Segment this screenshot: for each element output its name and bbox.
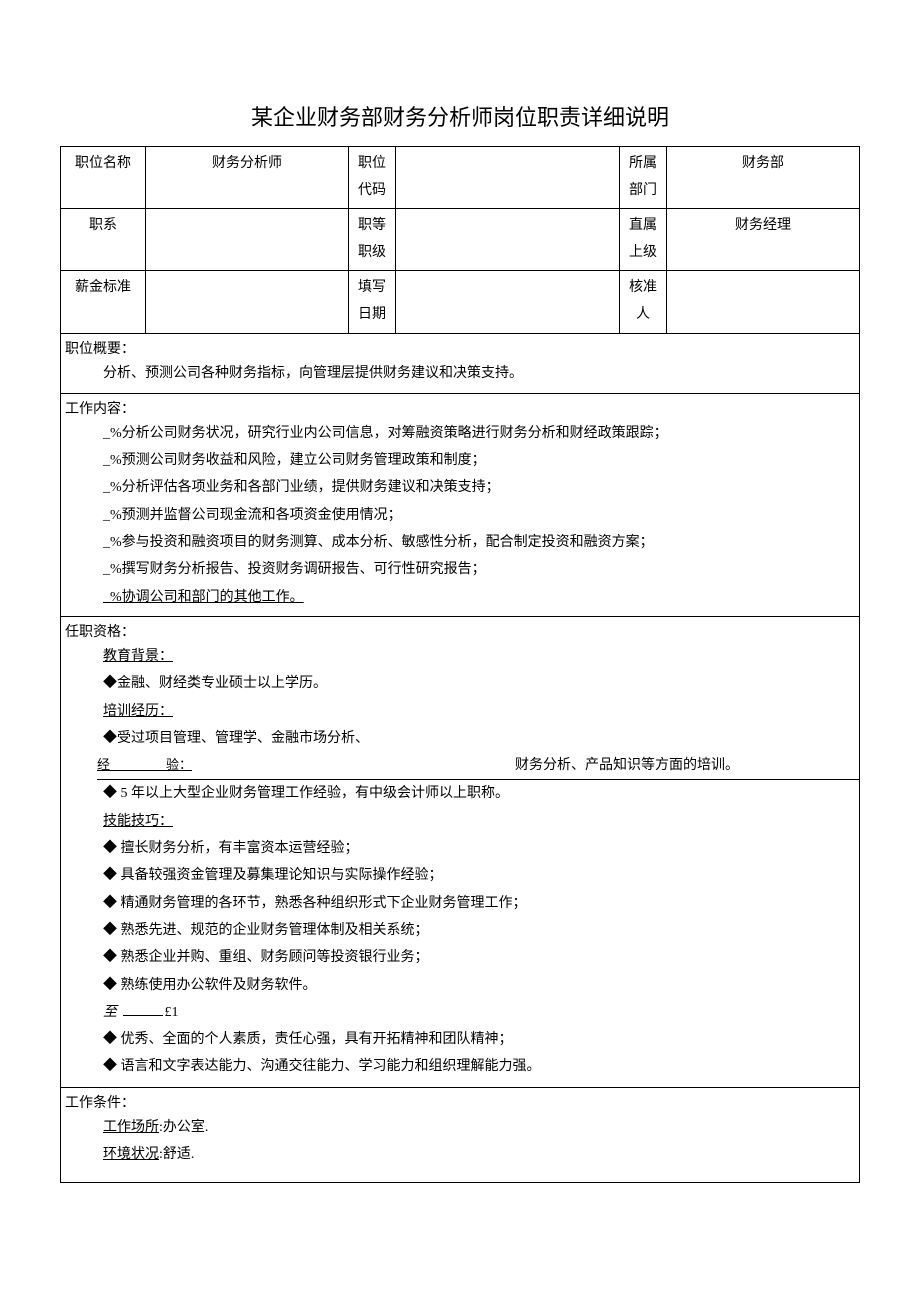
work-item: _%预测并监督公司现金流和各项资金使用情况；	[103, 502, 859, 529]
label-job-grade: 职等职级	[349, 209, 396, 271]
label-job-family: 职系	[61, 209, 146, 271]
skill-label: 技能技巧：	[103, 814, 173, 829]
skill-item: ◆ 熟悉企业并购、重组、财务顾问等投资银行业务；	[103, 944, 859, 971]
section-qualifications: 任职资格： 教育背景： ◆金融、财经类专业硕士以上学历。 培训经历： ◆受过项目…	[60, 617, 860, 1088]
env-label: 环境状况	[103, 1147, 159, 1162]
header-row-1: 职位名称 财务分析师 职位代码 所属部门 财务部	[61, 147, 860, 209]
value-job-family	[146, 209, 349, 271]
skill-item: ◆ 熟悉先进、规范的企业财务管理体制及相关系统；	[103, 917, 859, 944]
value-salary	[146, 271, 349, 333]
edu-item: ◆金融、财经类专业硕士以上学历。	[103, 670, 859, 697]
work-item: _%分析评估各项业务和各部门业绩，提供财务建议和决策支持；	[103, 474, 859, 501]
cond-label: 工作条件：	[61, 1088, 859, 1114]
work-label: 工作内容：	[61, 394, 859, 420]
work-item: _%参与投资和融资项目的财务测算、成本分析、敏感性分析，配合制定投资和融资方案；	[103, 529, 859, 556]
label-fill-date: 填写日期	[349, 271, 396, 333]
header-row-3: 薪金标准 填写日期 核准人	[61, 271, 860, 333]
skill-item: ◆ 具备较强资金管理及募集理论知识与实际操作经验；	[103, 862, 859, 889]
section-work: 工作内容： _%分析公司财务状况，研究行业内公司信息，对筹融资策略进行财务分析和…	[60, 394, 860, 617]
edu-label: 教育背景：	[103, 649, 173, 664]
env-value: :舒适.	[159, 1147, 194, 1162]
trait-item: ◆ 优秀、全面的个人素质，责任心强，具有开拓精神和团队精神；	[103, 1026, 859, 1053]
value-department: 财务部	[667, 147, 860, 209]
work-item: _%协调公司和部门的其他工作。	[103, 584, 859, 611]
header-row-2: 职系 职等职级 直属上级 财务经理	[61, 209, 860, 271]
label-salary: 薪金标准	[61, 271, 146, 333]
label-position-code: 职位代码	[349, 147, 396, 209]
document-title: 某企业财务部财务分析师岗位职责详细说明	[60, 100, 860, 132]
train-item-right: 财务分析、产品知识等方面的培训。	[515, 752, 859, 779]
qual-label: 任职资格：	[61, 617, 859, 643]
skill-item: ◆ 擅长财务分析，有丰富资本运营经验；	[103, 835, 859, 862]
trait-item: ◆ 语言和文字表达能力、沟通交往能力、学习能力和组织理解能力强。	[103, 1053, 859, 1080]
exp-item: ◆ 5 年以上大型企业财务管理工作经验，有中级会计师以上职称。	[103, 780, 859, 807]
section-conditions: 工作条件： 工作场所:办公室. 环境状况:舒适.	[60, 1088, 860, 1184]
label-supervisor: 直属上级	[620, 209, 667, 271]
train-label: 培训经历：	[103, 704, 173, 719]
overview-text: 分析、预测公司各种财务指标，向管理层提供财务建议和决策支持。	[103, 360, 859, 387]
value-position-code	[396, 147, 620, 209]
section-overview: 职位概要： 分析、预测公司各种财务指标，向管理层提供财务建议和决策支持。	[60, 334, 860, 394]
work-item: _%分析公司财务状况，研究行业内公司信息，对筹融资策略进行财务分析和财经政策跟踪…	[103, 420, 859, 447]
label-position-name: 职位名称	[61, 147, 146, 209]
skill-item: ◆ 熟练使用办公软件及财务软件。	[103, 972, 859, 999]
value-position-name: 财务分析师	[146, 147, 349, 209]
value-approver	[667, 271, 860, 333]
place-value: :办公室.	[159, 1120, 208, 1135]
value-job-grade	[396, 209, 620, 271]
strange-line: 至 £1	[103, 999, 859, 1026]
value-fill-date	[396, 271, 620, 333]
value-supervisor: 财务经理	[667, 209, 860, 271]
exp-label: 经验：	[97, 757, 192, 772]
place-label: 工作场所	[103, 1120, 159, 1135]
header-table: 职位名称 财务分析师 职位代码 所属部门 财务部 职系 职等职级 直属上级 财务…	[60, 146, 860, 334]
label-approver: 核准人	[620, 271, 667, 333]
train-item-left: ◆受过项目管理、管理学、金融市场分析、	[103, 725, 859, 752]
overview-label: 职位概要：	[61, 334, 859, 360]
label-department: 所属部门	[620, 147, 667, 209]
work-item: _%撰写财务分析报告、投资财务调研报告、可行性研究报告；	[103, 556, 859, 583]
work-item: _%预测公司财务收益和风险，建立公司财务管理政策和制度；	[103, 447, 859, 474]
skill-item: ◆ 精通财务管理的各环节，熟悉各种组织形式下企业财务管理工作；	[103, 890, 859, 917]
